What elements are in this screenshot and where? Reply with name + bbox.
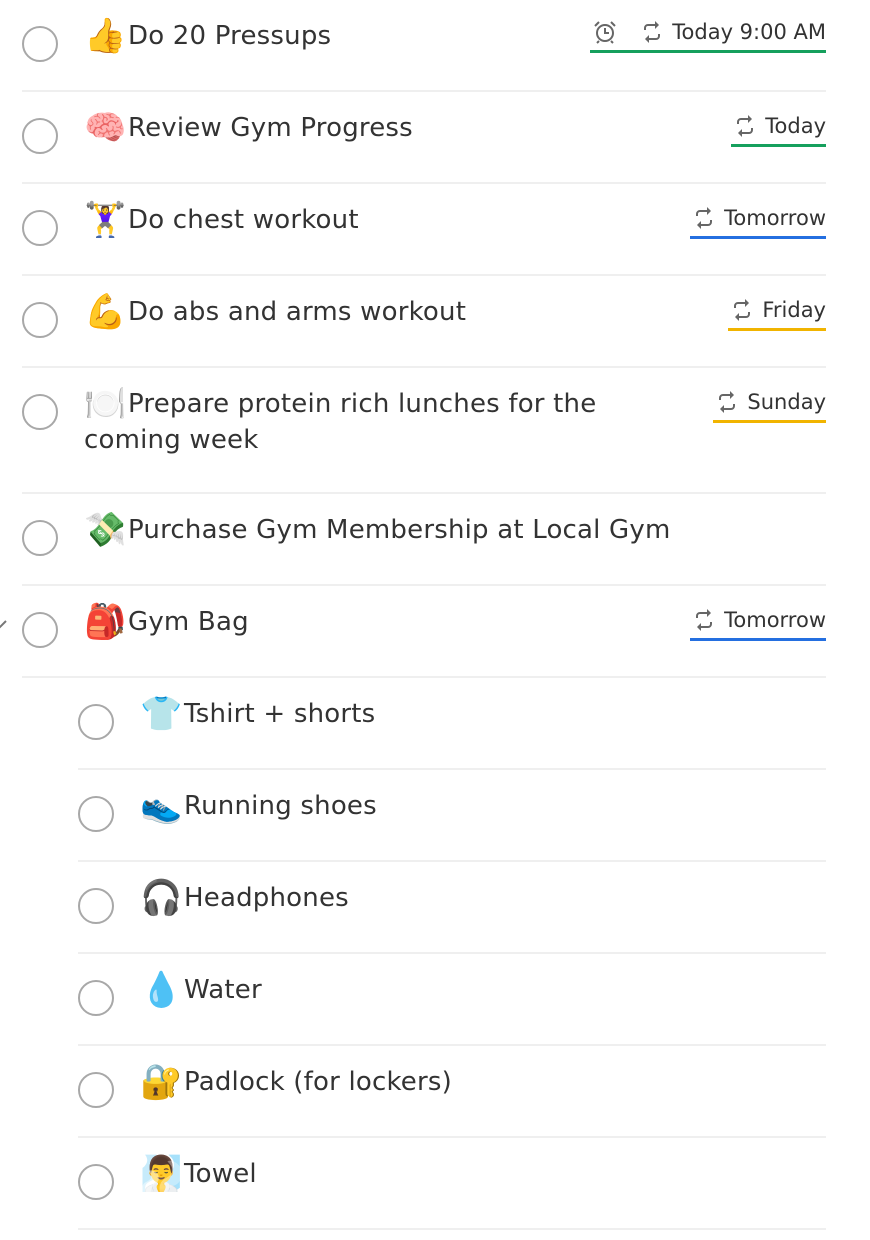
subtask-title[interactable]: Tshirt + shorts: [184, 699, 375, 729]
complete-checkbox[interactable]: [22, 118, 58, 154]
weightlifter-emoji-icon: 🏋️‍♀️: [84, 200, 127, 240]
subtask-item[interactable]: 🎧Headphones: [78, 862, 826, 954]
due-date-text: Friday: [762, 298, 826, 322]
task-title[interactable]: Gym Bag: [128, 607, 249, 637]
task-item[interactable]: 👍Do 20 Pressups Today 9:00 AM: [22, 0, 826, 92]
task-title[interactable]: Purchase Gym Membership at Local Gym: [128, 515, 671, 545]
complete-checkbox[interactable]: [22, 612, 58, 648]
complete-checkbox[interactable]: [78, 704, 114, 740]
complete-checkbox[interactable]: [22, 302, 58, 338]
subtask-item[interactable]: 👟Running shoes: [78, 770, 826, 862]
task-title[interactable]: Prepare protein rich lunches for the com…: [84, 389, 596, 455]
due-date-badge[interactable]: Sunday: [713, 388, 826, 423]
recurring-icon: [730, 299, 754, 321]
task-list: 👍Do 20 Pressups Today 9:00 AM 🧠Review Gy…: [0, 0, 870, 1230]
subtask-item[interactable]: 🧖‍♂️Towel: [78, 1138, 826, 1230]
due-date-text: Today: [765, 114, 826, 138]
complete-checkbox[interactable]: [22, 520, 58, 556]
complete-checkbox[interactable]: [22, 210, 58, 246]
recurring-icon: [715, 391, 739, 413]
money-with-wings-emoji-icon: 💸: [84, 510, 127, 550]
task-item[interactable]: 🍽️Prepare protein rich lunches for the c…: [22, 368, 826, 494]
due-date-badge[interactable]: Today 9:00 AM: [590, 18, 826, 53]
due-date-badge[interactable]: Tomorrow: [690, 606, 826, 641]
task-item[interactable]: 💸Purchase Gym Membership at Local Gym: [22, 494, 826, 586]
recurring-icon: [640, 21, 664, 43]
complete-checkbox[interactable]: [22, 26, 58, 62]
task-title[interactable]: Do 20 Pressups: [128, 21, 331, 51]
complete-checkbox[interactable]: [78, 796, 114, 832]
due-date-text: Tomorrow: [724, 608, 826, 632]
complete-checkbox[interactable]: [78, 888, 114, 924]
due-date-badge[interactable]: Tomorrow: [690, 204, 826, 239]
chevron-down-icon[interactable]: [0, 616, 8, 632]
task-title[interactable]: Review Gym Progress: [128, 113, 413, 143]
backpack-emoji-icon: 🎒: [84, 602, 127, 642]
task-item[interactable]: 💪Do abs and arms workout Friday: [22, 276, 826, 368]
task-item[interactable]: 🧠Review Gym Progress Today: [22, 92, 826, 184]
subtask-title[interactable]: Towel: [184, 1159, 257, 1189]
subtask-title[interactable]: Headphones: [184, 883, 349, 913]
running-shoe-emoji-icon: 👟: [140, 786, 183, 826]
subtask-item[interactable]: 👕Tshirt + shorts: [78, 678, 826, 770]
task-title[interactable]: Do chest workout: [128, 205, 359, 235]
task-title[interactable]: Do abs and arms workout: [128, 297, 466, 327]
subtask-title[interactable]: Padlock (for lockers): [184, 1067, 452, 1097]
fork-knife-plate-emoji-icon: 🍽️: [84, 384, 127, 424]
due-date-text: Today 9:00 AM: [672, 20, 826, 44]
recurring-icon: [692, 207, 716, 229]
recurring-icon: [733, 115, 757, 137]
task-item[interactable]: 🏋️‍♀️Do chest workout Tomorrow: [22, 184, 826, 276]
subtask-title[interactable]: Running shoes: [184, 791, 377, 821]
due-date-text: Tomorrow: [724, 206, 826, 230]
subtask-item[interactable]: 💧Water: [78, 954, 826, 1046]
thumbs-up-emoji-icon: 👍: [84, 16, 127, 56]
complete-checkbox[interactable]: [22, 394, 58, 430]
alarm-clock-icon: [592, 20, 618, 44]
task-item[interactable]: 🎒Gym Bag Tomorrow: [0, 586, 826, 678]
person-in-steamy-room-emoji-icon: 🧖‍♂️: [140, 1154, 183, 1194]
due-date-badge[interactable]: Today: [731, 112, 826, 147]
droplet-emoji-icon: 💧: [140, 970, 183, 1010]
flexed-biceps-emoji-icon: 💪: [84, 292, 127, 332]
subtask-item[interactable]: 🔐Padlock (for lockers): [78, 1046, 826, 1138]
subtask-title[interactable]: Water: [184, 975, 262, 1005]
due-date-badge[interactable]: Friday: [728, 296, 826, 331]
complete-checkbox[interactable]: [78, 1072, 114, 1108]
locked-with-key-emoji-icon: 🔐: [140, 1062, 183, 1102]
due-date-text: Sunday: [747, 390, 826, 414]
tshirt-emoji-icon: 👕: [140, 694, 183, 734]
complete-checkbox[interactable]: [78, 1164, 114, 1200]
recurring-icon: [692, 609, 716, 631]
headphones-emoji-icon: 🎧: [140, 878, 183, 918]
complete-checkbox[interactable]: [78, 980, 114, 1016]
brain-emoji-icon: 🧠: [84, 108, 127, 148]
